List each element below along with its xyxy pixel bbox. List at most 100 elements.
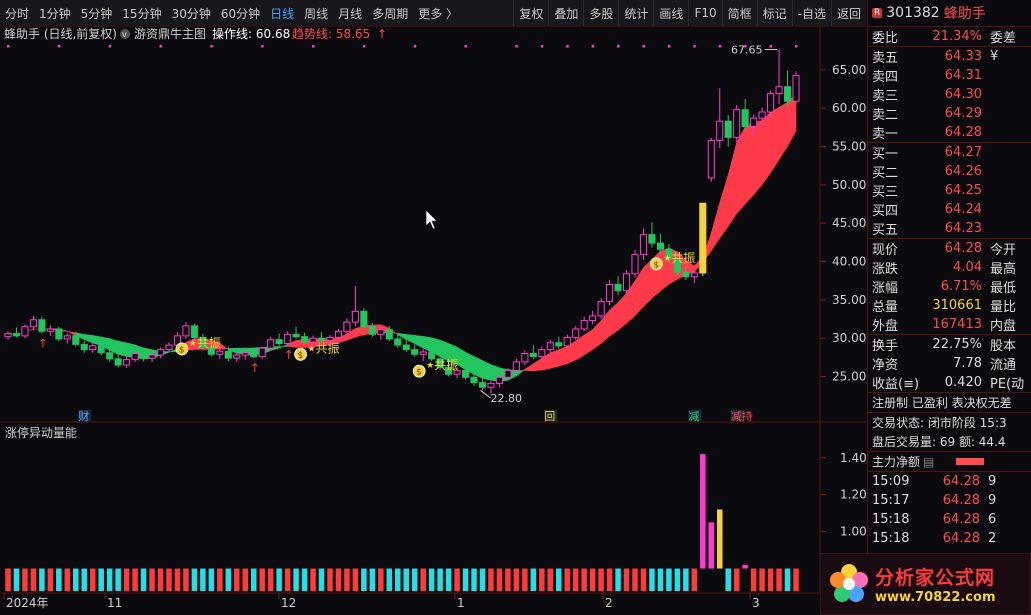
watermark-logo: 分析家公式网 www.70822.com [820, 553, 1031, 615]
sell-book: 卖五 64.33 ¥ 卖四 64.31 卖三 64.30 卖二 64.29 卖一 64.28 [868, 47, 1031, 142]
candle-body [80, 343, 88, 351]
volume-bar [700, 454, 706, 569]
ribbon-segment [549, 349, 560, 369]
period-tab-5[interactable]: 60分钟 [216, 0, 265, 26]
chart-title: 蜂助手 (日线,前复权) [4, 27, 117, 41]
buy-arrow-icon: ↑ [38, 337, 48, 351]
period-tab-1[interactable]: 1分钟 [34, 0, 76, 26]
period-tab-4[interactable]: 30分钟 [167, 0, 216, 26]
candle-body [106, 352, 114, 360]
buy-arrow-icon: ↑ [284, 348, 294, 362]
candle-body [394, 338, 402, 346]
buys-price: 64.24 [944, 202, 982, 217]
ribbon-segment [753, 120, 763, 196]
stock-code[interactable]: 301382 [886, 5, 939, 21]
sells-row[interactable]: 卖三 64.30 [868, 85, 1031, 104]
chart-area[interactable]: 蜂助手 (日线,前复权) v 游资鼎牛主图 操作线: 60.68 趋势线: 58… [0, 27, 866, 613]
ribbon-segment [558, 345, 568, 367]
period-tab-6[interactable]: 日线 [265, 0, 299, 26]
tool-button-3[interactable]: 统计 [618, 0, 653, 26]
stats1-row: 外盘 167413 内盘 [868, 315, 1031, 334]
tool-button-2[interactable]: 多股 [583, 0, 618, 26]
quote-panel: R 301382 蜂助手 委比 21.34% 委差 卖五 64.33 ¥ 卖四 64.3… [867, 0, 1031, 615]
signal-dot [693, 45, 696, 48]
tool-button-7[interactable]: 标记 [756, 0, 792, 26]
volume-bar [13, 568, 20, 591]
stats1-label: 现价 [872, 243, 899, 258]
sells-row[interactable]: 卖四 64.31 [868, 66, 1031, 85]
candle-body [38, 319, 46, 332]
volume-bar [420, 568, 426, 591]
volume-bar [22, 568, 28, 591]
volume-bar [522, 568, 528, 591]
price-tick-label: 45.00 [832, 216, 866, 230]
volume-bar [708, 522, 715, 569]
star-icon: ★ [189, 339, 197, 349]
candle-body [741, 109, 749, 128]
period-tab-0[interactable]: 分时 [0, 0, 34, 26]
sells-row[interactable]: 卖二 64.29 [868, 104, 1031, 123]
buys-row[interactable]: 买五 64.23 [868, 219, 1031, 238]
volume-bar [310, 568, 316, 591]
period-tab-9[interactable]: 多周期 [367, 0, 413, 26]
stock-name[interactable]: 蜂助手 [944, 3, 986, 23]
stats1-extra: 最高 [990, 262, 1017, 277]
sells-label: 卖二 [872, 108, 899, 123]
after-hours: 盘后交易量: 69 额: 44.4 [872, 435, 1006, 449]
tool-button-0[interactable]: 复权 [513, 0, 548, 26]
buys-row[interactable]: 买二 64.26 [868, 162, 1031, 181]
stats1-label: 涨幅 [872, 281, 899, 296]
tool-button-9[interactable]: 返回 [830, 0, 866, 26]
candle-body [656, 242, 664, 250]
fundamental-stats: 换手 22.75% 股本 净资 7.78 流通 收益(≡) 0.420 PE(动 [868, 335, 1031, 392]
net-flow-row[interactable]: 主力净额 ▤ [868, 452, 1031, 471]
ribbon-segment [778, 101, 788, 161]
volume-bar [530, 568, 537, 591]
signal-dot [261, 45, 264, 48]
mouse-cursor-icon [425, 209, 438, 230]
tool-button-6[interactable]: 简框 [721, 0, 757, 26]
ribbon-segment [524, 363, 534, 372]
period-tab-10[interactable]: 更多 〉 [413, 0, 463, 26]
volume-bar [47, 568, 54, 591]
candle-body [351, 310, 359, 323]
candle-body [21, 326, 29, 337]
volume-bar [479, 568, 486, 591]
buys-row[interactable]: 买一 64.27 [868, 143, 1031, 162]
volume-bar [327, 568, 333, 591]
volume-bar [344, 568, 350, 591]
ribbon-segment [84, 334, 93, 344]
sells-row[interactable]: 卖五 64.33 ¥ [868, 47, 1031, 66]
candle-body [690, 272, 698, 278]
signal-dot [642, 45, 645, 48]
buys-price: 64.23 [944, 221, 982, 236]
sells-label: 卖一 [872, 127, 899, 142]
sells-row[interactable]: 卖一 64.28 [868, 123, 1031, 142]
period-tab-7[interactable]: 周线 [299, 0, 333, 26]
buy-arrow-icon: ↑ [250, 361, 260, 375]
tool-button-4[interactable]: 画线 [653, 0, 688, 26]
stats2-extra: 股本 [990, 339, 1017, 354]
buys-row[interactable]: 买三 64.25 [868, 181, 1031, 200]
sells-price: 64.30 [944, 87, 982, 102]
webi-row: 委比 21.34% 委差 [868, 27, 1031, 46]
tool-button-1[interactable]: 叠加 [548, 0, 583, 26]
period-tab-8[interactable]: 月线 [333, 0, 367, 26]
volume-bar [411, 568, 418, 591]
tool-button-8[interactable]: -自选 [791, 0, 831, 26]
tool-button-5[interactable]: F10 [688, 0, 721, 26]
candle-body [538, 349, 546, 358]
period-tab-2[interactable]: 5分钟 [76, 0, 118, 26]
time-tick-label: 2024年 [6, 596, 49, 610]
volume-bar [403, 568, 409, 591]
signal-dot [57, 45, 61, 48]
time-tick-label: 1 [457, 596, 465, 610]
kline-chart[interactable]: 蜂助手 (日线,前复权) v 游资鼎牛主图 操作线: 60.68 趋势线: 58… [0, 27, 866, 613]
signal-dot [515, 45, 518, 48]
volume-bar [106, 568, 113, 591]
buys-row[interactable]: 买四 64.24 [868, 200, 1031, 219]
signal-dot [464, 45, 468, 48]
candle-body [250, 352, 258, 358]
money-bag-symbol: $ [179, 345, 185, 355]
period-tab-3[interactable]: 15分钟 [117, 0, 166, 26]
